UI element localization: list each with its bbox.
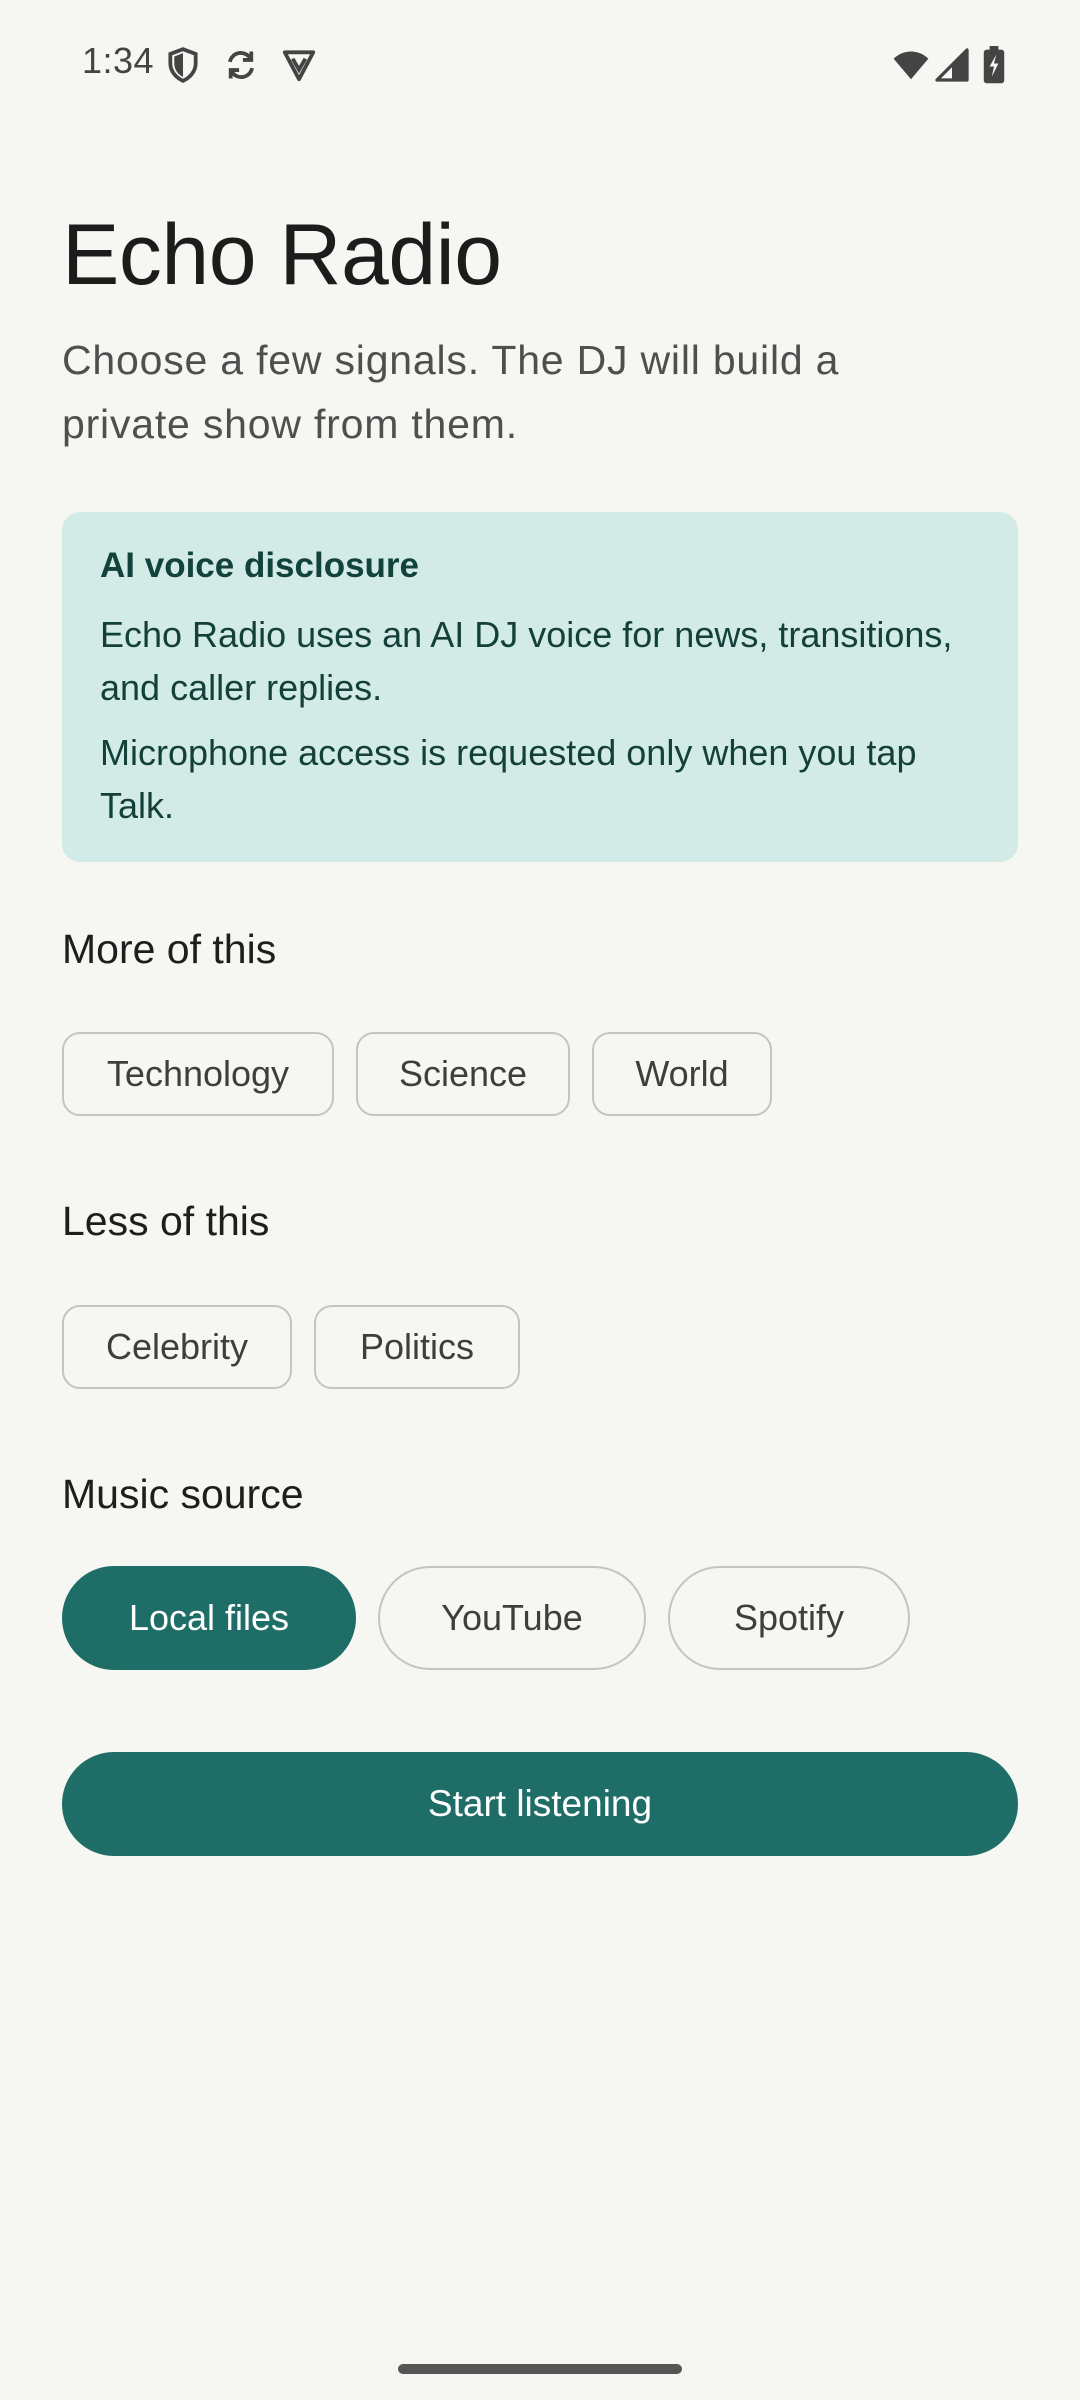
ai-disclosure-card: AI voice disclosure Echo Radio uses an A… (62, 512, 1018, 862)
vpn-icon (280, 46, 318, 84)
disclosure-title: AI voice disclosure (100, 546, 420, 585)
less-of-this-heading: Less of this (62, 1198, 270, 1244)
source-youtube[interactable]: YouTube (378, 1566, 646, 1670)
status-time: 1:34 (82, 40, 155, 81)
chip-politics[interactable]: Politics (314, 1305, 520, 1389)
source-local-files[interactable]: Local files (62, 1566, 356, 1670)
disclosure-text-voice: Echo Radio uses an AI DJ voice for news,… (100, 614, 953, 708)
shield-icon (164, 46, 202, 84)
battery-charging-icon (980, 46, 1008, 84)
more-of-this-heading: More of this (62, 926, 277, 972)
chip-technology[interactable]: Technology (62, 1032, 334, 1116)
music-source-heading: Music source (62, 1471, 304, 1517)
cell-signal-icon (934, 46, 970, 84)
chip-science[interactable]: Science (356, 1032, 570, 1116)
chip-celebrity[interactable]: Celebrity (62, 1305, 292, 1389)
page-subtitle: Choose a few signals. The DJ will build … (62, 337, 840, 447)
sync-icon (222, 46, 260, 84)
source-spotify[interactable]: Spotify (668, 1566, 910, 1670)
wifi-icon (890, 46, 932, 84)
disclosure-text-microphone: Microphone access is requested only when… (100, 732, 917, 826)
screen: 1:34 Echo Radio Choose a few signals. Th… (0, 0, 1080, 2400)
chip-world[interactable]: World (592, 1032, 772, 1116)
music-source-options: Local files YouTube Spotify (62, 1566, 910, 1670)
less-of-this-chips: Celebrity Politics (62, 1305, 520, 1389)
status-bar: 1:34 (0, 0, 1080, 128)
page-title: Echo Radio (62, 207, 502, 303)
start-listening-button[interactable]: Start listening (62, 1752, 1018, 1856)
more-of-this-chips: Technology Science World (62, 1032, 772, 1116)
home-indicator[interactable] (398, 2364, 682, 2374)
